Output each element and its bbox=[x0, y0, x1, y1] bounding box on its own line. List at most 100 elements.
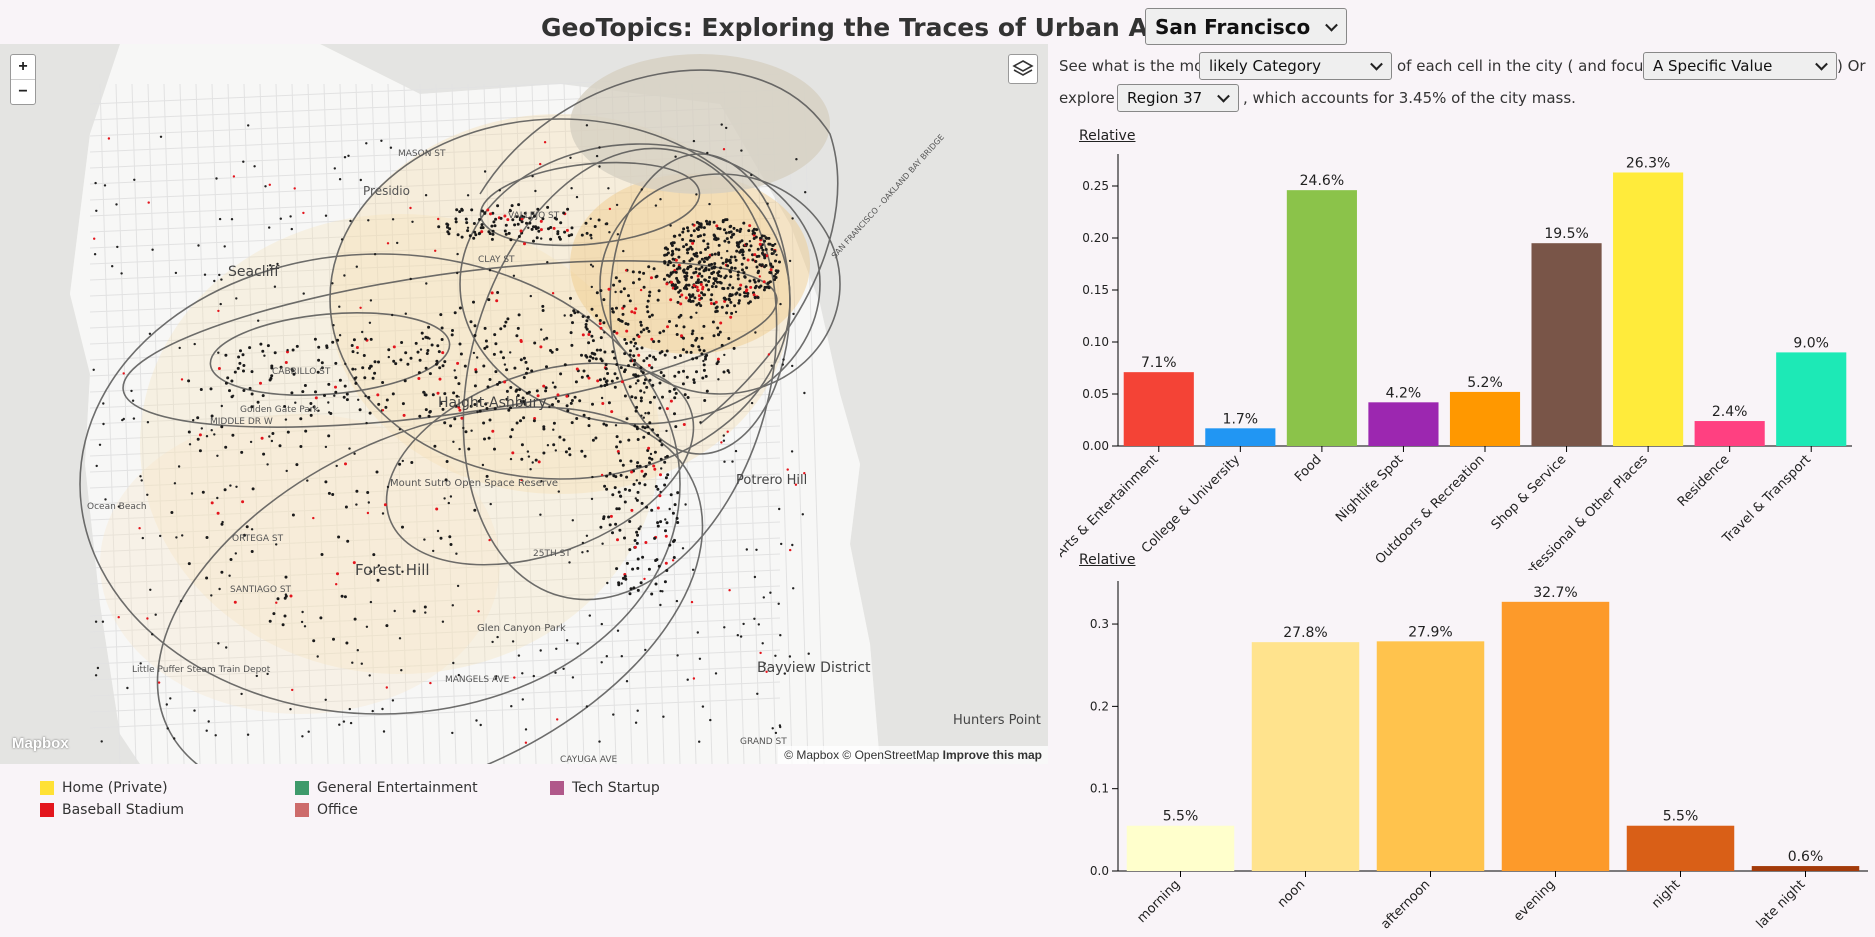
category-bar-chart: 0.000.050.100.150.200.257.1%Arts & Enter… bbox=[1060, 154, 1852, 570]
map-place-label: Forest Hill bbox=[355, 561, 430, 579]
legend-item[interactable]: Home (Private) bbox=[40, 780, 168, 796]
map-place-label: Glen Canyon Park bbox=[477, 623, 566, 634]
map[interactable]: Presidio Seacliff Haight-Ashbury Mount S… bbox=[0, 44, 1048, 764]
legend-item[interactable]: Tech Startup bbox=[550, 780, 660, 796]
map-place-label: CLAY ST bbox=[478, 255, 515, 265]
map-place-label: CABRILLO ST bbox=[272, 367, 331, 377]
map-place-label: Mount Sutro Open Space Reserve bbox=[390, 478, 558, 489]
bar[interactable] bbox=[1251, 642, 1360, 871]
bar[interactable] bbox=[1123, 372, 1194, 446]
bar[interactable] bbox=[1694, 421, 1765, 446]
y-tick-label: 0.05 bbox=[1082, 387, 1109, 401]
legend-label: Baseball Stadium bbox=[62, 802, 185, 818]
bar-data-label: 5.2% bbox=[1467, 375, 1503, 391]
y-tick-label: 0.15 bbox=[1082, 283, 1109, 297]
bar[interactable] bbox=[1449, 391, 1521, 446]
chevron-down-icon bbox=[1217, 89, 1230, 103]
bar[interactable] bbox=[1368, 402, 1439, 446]
improve-map-link[interactable]: Improve this map bbox=[943, 748, 1042, 762]
map-place-label: MANGELS AVE bbox=[445, 675, 510, 685]
bar[interactable] bbox=[1613, 172, 1684, 447]
map-place-label: Little Puffer Steam Train Depot bbox=[132, 665, 271, 675]
bar[interactable] bbox=[1501, 601, 1610, 871]
bar-data-label: 5.5% bbox=[1163, 809, 1199, 825]
chart-label-relative[interactable]: Relative bbox=[1079, 552, 1135, 568]
bar[interactable] bbox=[1776, 352, 1847, 446]
chevron-down-icon bbox=[1370, 57, 1383, 71]
legend-swatch bbox=[295, 803, 309, 817]
bar[interactable] bbox=[1531, 243, 1602, 446]
x-tick-label: evening bbox=[1511, 877, 1558, 924]
zoom-control: + − bbox=[10, 54, 36, 105]
chevron-down-icon bbox=[1815, 57, 1828, 71]
y-tick-label: 0.25 bbox=[1082, 179, 1109, 193]
x-tick-label: Food bbox=[1292, 452, 1325, 485]
legend-swatch bbox=[550, 781, 564, 795]
bar-data-label: 2.4% bbox=[1712, 404, 1748, 420]
zoom-in-button[interactable]: + bbox=[11, 55, 35, 79]
bar[interactable] bbox=[1751, 866, 1860, 871]
y-tick-label: 0.00 bbox=[1082, 439, 1109, 453]
y-tick-label: 0.1 bbox=[1090, 782, 1109, 796]
control-text: , which accounts for 3.45% of the city m… bbox=[1243, 89, 1576, 107]
map-place-label: Seacliff bbox=[228, 264, 280, 280]
map-legend: Home (Private) General Entertainment Tec… bbox=[40, 780, 660, 824]
bar[interactable] bbox=[1126, 825, 1235, 871]
map-place-label: Golden Gate Park bbox=[240, 405, 319, 415]
legend-swatch bbox=[40, 803, 54, 817]
bar-data-label: 1.7% bbox=[1223, 411, 1259, 427]
legend-item[interactable]: Office bbox=[295, 802, 358, 818]
map-place-label: ORTEGA ST bbox=[232, 534, 284, 544]
layers-button[interactable] bbox=[1008, 54, 1038, 84]
y-tick-label: 0.10 bbox=[1082, 335, 1109, 349]
x-tick-label: Nightlife Spot bbox=[1333, 452, 1406, 525]
city-select-value: San Francisco bbox=[1155, 14, 1311, 39]
map-place-label: Haight-Ashbury bbox=[438, 395, 547, 411]
bar[interactable] bbox=[1286, 190, 1357, 446]
bar-data-label: 7.1% bbox=[1141, 355, 1177, 371]
control-text: of each cell in the city ( and focus on bbox=[1397, 57, 1675, 75]
y-tick-label: 0.0 bbox=[1090, 864, 1109, 878]
map-place-label: SANTIAGO ST bbox=[230, 585, 292, 595]
mapbox-logo[interactable]: Mapbox bbox=[12, 735, 69, 752]
bar-data-label: 26.3% bbox=[1626, 155, 1670, 171]
bar[interactable] bbox=[1205, 428, 1276, 446]
bar-data-label: 4.2% bbox=[1386, 385, 1422, 401]
zoom-out-button[interactable]: − bbox=[11, 79, 35, 104]
map-place-label: MASON ST bbox=[398, 149, 446, 159]
map-place-label: Hunters Point bbox=[953, 713, 1041, 728]
map-place-label: Potrero Hill bbox=[736, 473, 807, 488]
x-tick-label: Professional & Other Places bbox=[1514, 452, 1651, 570]
legend-label: Office bbox=[317, 802, 358, 818]
x-tick-label: night bbox=[1649, 877, 1683, 911]
focus-select-value: A Specific Value bbox=[1653, 57, 1773, 75]
x-tick-label: morning bbox=[1134, 877, 1183, 926]
mode-select[interactable]: likely Category bbox=[1199, 52, 1392, 80]
legend-label: General Entertainment bbox=[317, 780, 478, 796]
legend-item[interactable]: Baseball Stadium bbox=[40, 802, 184, 818]
focus-select[interactable]: A Specific Value bbox=[1643, 52, 1837, 80]
attribution-text[interactable]: © Mapbox © OpenStreetMap bbox=[784, 748, 939, 762]
y-tick-label: 0.20 bbox=[1082, 231, 1109, 245]
map-place-label: CAYUGA AVE bbox=[560, 755, 618, 764]
legend-label: Tech Startup bbox=[572, 780, 660, 796]
region-select[interactable]: Region 37 bbox=[1117, 84, 1239, 112]
map-place-label: VALLEJO ST bbox=[508, 211, 560, 221]
bar-data-label: 27.8% bbox=[1283, 625, 1327, 641]
x-tick-label: Shop & Service bbox=[1489, 452, 1570, 533]
legend-item[interactable]: General Entertainment bbox=[295, 780, 478, 796]
map-place-label: Bayview District bbox=[757, 660, 871, 676]
legend-swatch bbox=[295, 781, 309, 795]
bar-data-label: 5.5% bbox=[1663, 809, 1699, 825]
x-tick-label: Travel & Transport bbox=[1719, 452, 1814, 547]
bar[interactable] bbox=[1376, 641, 1485, 871]
region-select-value: Region 37 bbox=[1127, 89, 1203, 107]
bar[interactable] bbox=[1626, 825, 1735, 871]
legend-label: Home (Private) bbox=[62, 780, 168, 796]
city-select[interactable]: San Francisco bbox=[1145, 8, 1347, 45]
map-canvas[interactable]: Presidio Seacliff Haight-Ashbury Mount S… bbox=[0, 44, 1048, 764]
bar-data-label: 32.7% bbox=[1533, 585, 1577, 601]
x-tick-label: Residence bbox=[1675, 452, 1733, 510]
x-tick-label: late night bbox=[1754, 877, 1809, 932]
layers-icon bbox=[1012, 60, 1034, 76]
